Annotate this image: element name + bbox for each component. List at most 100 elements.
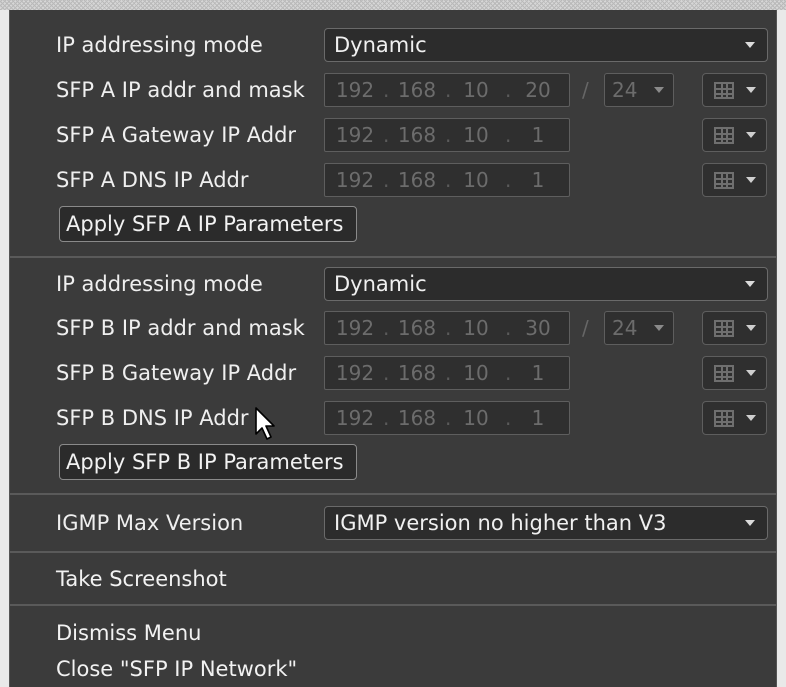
ip-dot: . [383, 78, 390, 102]
ip-octet: 1 [531, 123, 545, 147]
ip-octet: 192 [335, 78, 375, 102]
chevron-down-icon [746, 132, 756, 138]
sfp-a-dns-field[interactable]: 192 . 168 . 10 . 1 [324, 163, 570, 197]
ip-octet: 10 [463, 361, 489, 385]
igmp-max-version-label: IGMP Max Version [56, 511, 244, 535]
grid-icon [714, 320, 734, 337]
ip-octet: 10 [463, 78, 489, 102]
sfp-b-dns-field[interactable]: 192 . 168 . 10 . 1 [324, 401, 570, 435]
ip-dot: . [505, 78, 512, 102]
ip-dot: . [383, 123, 390, 147]
close-sfp-ip-network-item[interactable]: Close "SFP IP Network" [56, 657, 297, 681]
sfp-a-gateway-field[interactable]: 192 . 168 . 10 . 1 [324, 118, 570, 152]
section-divider [10, 493, 776, 495]
ip-octet: 192 [335, 361, 375, 385]
sfp-b-ip-picker-button[interactable] [702, 311, 767, 345]
sfp-a-ip-picker-button[interactable] [702, 73, 767, 107]
ip-octet: 192 [335, 316, 375, 340]
ip-dot: . [383, 168, 390, 192]
sfp-b-mode-value: Dynamic [334, 272, 427, 296]
ip-octet: 10 [463, 316, 489, 340]
grid-icon [714, 410, 734, 427]
ip-octet: 20 [525, 78, 551, 102]
ip-octet: 168 [397, 406, 437, 430]
chevron-down-icon [746, 177, 756, 183]
igmp-max-version-value: IGMP version no higher than V3 [334, 511, 667, 535]
sfp-b-ip-field[interactable]: 192 . 168 . 10 . 30 [324, 311, 570, 345]
grid-icon [714, 365, 734, 382]
mask-slash: / [582, 78, 589, 102]
chevron-down-icon [654, 87, 664, 93]
sfp-b-mode-dropdown[interactable]: Dynamic [324, 267, 768, 301]
chevron-down-icon [654, 325, 664, 331]
ip-octet: 10 [463, 123, 489, 147]
igmp-max-version-dropdown[interactable]: IGMP version no higher than V3 [324, 506, 768, 540]
dismiss-menu-item[interactable]: Dismiss Menu [56, 621, 201, 645]
ip-octet: 168 [397, 168, 437, 192]
grid-icon [714, 82, 734, 99]
ip-dot: . [445, 78, 452, 102]
ip-octet: 192 [335, 406, 375, 430]
ip-dot: . [445, 168, 452, 192]
sfp-a-ip-field[interactable]: 192 . 168 . 10 . 20 [324, 73, 570, 107]
sfp-a-gateway-picker-button[interactable] [702, 118, 767, 152]
sfp-b-dns-label: SFP B DNS IP Addr [56, 406, 249, 430]
grid-icon [714, 127, 734, 144]
ip-dot: . [445, 123, 452, 147]
ip-dot: . [383, 316, 390, 340]
chevron-down-icon [745, 520, 755, 526]
sfp-a-mode-dropdown[interactable]: Dynamic [324, 28, 768, 62]
sfp-a-mask-dropdown[interactable]: 24 [604, 73, 674, 107]
ip-octet: 168 [397, 361, 437, 385]
sfp-a-dns-picker-button[interactable] [702, 163, 767, 197]
sfp-b-mask-dropdown[interactable]: 24 [604, 311, 674, 345]
chevron-down-icon [746, 87, 756, 93]
ip-dot: . [505, 406, 512, 430]
ip-dot: . [505, 168, 512, 192]
ip-octet: 1 [531, 406, 545, 430]
sfp-b-gateway-field[interactable]: 192 . 168 . 10 . 1 [324, 356, 570, 390]
apply-sfp-b-button[interactable]: Apply SFP B IP Parameters [59, 444, 357, 480]
sfp-a-dns-label: SFP A DNS IP Addr [56, 168, 249, 192]
ip-octet: 192 [335, 168, 375, 192]
ip-octet: 192 [335, 123, 375, 147]
ip-octet: 168 [397, 78, 437, 102]
sfp-b-dns-picker-button[interactable] [702, 401, 767, 435]
ip-dot: . [505, 361, 512, 385]
section-divider [10, 256, 776, 258]
panel-top-edge [0, 0, 786, 10]
sfp-b-gateway-picker-button[interactable] [702, 356, 767, 390]
section-divider [10, 551, 776, 553]
take-screenshot-item[interactable]: Take Screenshot [56, 567, 227, 591]
section-divider [10, 604, 776, 606]
sfp-b-gateway-label: SFP B Gateway IP Addr [56, 361, 297, 385]
ip-dot: . [445, 316, 452, 340]
chevron-down-icon [746, 370, 756, 376]
mouse-pointer-icon [255, 407, 275, 440]
grid-icon [714, 172, 734, 189]
sfp-ip-network-menu: IP addressing mode Dynamic SFP A IP addr… [9, 10, 777, 687]
sfp-a-mode-label: IP addressing mode [56, 33, 263, 57]
sfp-b-mode-label: IP addressing mode [56, 272, 263, 296]
chevron-down-icon [745, 42, 755, 48]
sfp-b-mask-value: 24 [612, 316, 638, 340]
ip-octet: 168 [397, 123, 437, 147]
chevron-down-icon [746, 325, 756, 331]
apply-sfp-a-button[interactable]: Apply SFP A IP Parameters [59, 206, 357, 242]
ip-octet: 10 [463, 406, 489, 430]
ip-dot: . [445, 361, 452, 385]
sfp-a-mask-value: 24 [612, 78, 638, 102]
chevron-down-icon [745, 281, 755, 287]
chevron-down-icon [746, 415, 756, 421]
sfp-a-mode-value: Dynamic [334, 33, 427, 57]
ip-octet: 168 [397, 316, 437, 340]
ip-dot: . [445, 406, 452, 430]
ip-octet: 10 [463, 168, 489, 192]
ip-dot: . [505, 316, 512, 340]
sfp-a-ip-label: SFP A IP addr and mask [56, 78, 305, 102]
sfp-b-ip-label: SFP B IP addr and mask [56, 316, 305, 340]
ip-octet: 30 [525, 316, 551, 340]
ip-octet: 1 [531, 361, 545, 385]
ip-dot: . [383, 361, 390, 385]
ip-dot: . [505, 123, 512, 147]
